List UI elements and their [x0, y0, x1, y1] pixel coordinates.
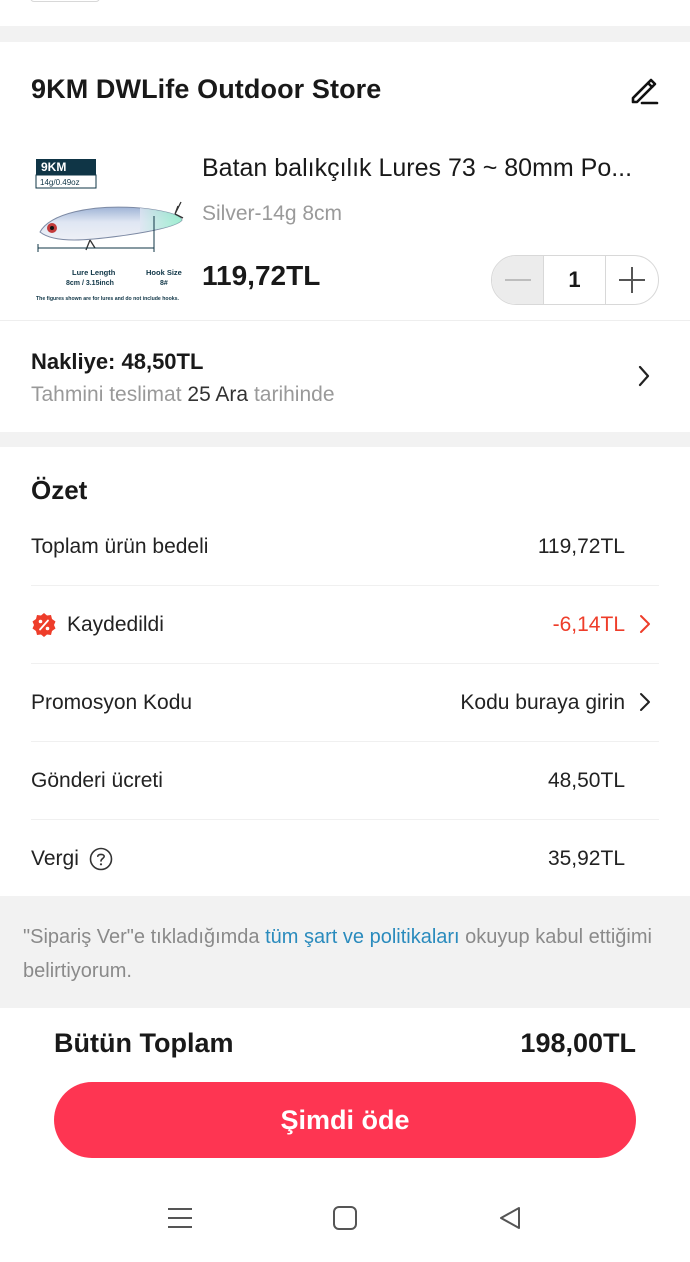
system-navigation-bar — [0, 1188, 690, 1252]
lure-length-label: Lure Length — [72, 268, 116, 277]
percent-badge-icon — [32, 612, 56, 637]
hook-size-label: Hook Size — [146, 268, 182, 277]
terms-notice: "Sipariş Ver"e tıkladığımda tüm şart ve … — [0, 896, 690, 1008]
chevron-right-icon — [640, 693, 650, 711]
delivery-estimate-suffix: tarihinde — [248, 383, 335, 406]
shipping-fee-label: Gönderi ücreti — [31, 768, 163, 792]
summary-title: Özet — [31, 475, 88, 505]
product-variant: Silver-14g 8cm — [202, 202, 343, 225]
grand-total-label: Bütün Toplam — [54, 1028, 234, 1058]
lure-length-value: 8cm / 3.15inch — [66, 280, 114, 287]
lure-weight-text: 14g/0.49oz — [40, 178, 80, 187]
minus-icon — [504, 279, 531, 281]
shipping-cost: Nakliye: 48,50TL — [31, 349, 204, 374]
decrease-quantity-button[interactable] — [492, 256, 544, 304]
tax-label-group: Vergi — [31, 847, 113, 871]
nav-menu-button[interactable] — [150, 1188, 210, 1248]
menu-icon — [168, 1208, 192, 1228]
summary-row-items-total: Toplam ürün bedeli 119,72TL — [31, 508, 659, 586]
nav-home-button[interactable] — [315, 1188, 375, 1248]
delivery-date: 25 Ara — [187, 383, 249, 406]
pay-now-button[interactable]: Şimdi öde — [54, 1082, 636, 1158]
previous-card-remnant — [0, 0, 690, 26]
promo-code-label: Promosyon Kodu — [31, 690, 193, 714]
items-total-label: Toplam ürün bedeli — [31, 534, 209, 558]
back-triangle-icon — [500, 1207, 520, 1229]
order-summary-card: Özet Toplam ürün bedeli 119,72TL Kaydedi… — [0, 447, 690, 896]
terms-prefix: "Sipariş Ver"e tıkladığımda — [23, 926, 266, 948]
lure-footnote: The figures shown are for lures and do n… — [36, 296, 180, 302]
saved-label: Kaydedildi — [67, 612, 164, 636]
increase-quantity-button[interactable] — [606, 256, 658, 304]
saved-value: -6,14TL — [552, 612, 625, 636]
tax-value: 35,92TL — [547, 847, 625, 870]
question-circle-icon[interactable] — [89, 847, 113, 871]
product-image[interactable]: 9KM 14g/0.49oz Lure Length 8cm / 3.15inc… — [30, 154, 188, 306]
plus-icon — [619, 267, 645, 293]
terms-policies-link[interactable]: tüm şart ve politikaları — [265, 926, 460, 948]
grand-total-value: 198,00TL — [520, 1028, 636, 1058]
previous-card-pill — [30, 0, 100, 2]
summary-row-shipping-fee: Gönderi ücreti 48,50TL — [31, 742, 659, 820]
chevron-right-icon — [638, 365, 650, 387]
lure-brand-text: 9KM — [41, 160, 66, 174]
summary-row-tax: Vergi 35,92TL — [31, 820, 659, 898]
product-price: 119,72TL — [202, 260, 321, 291]
checkout-page: 9KM DWLife Outdoor Store 9KM 14g/0.49oz — [0, 0, 690, 1262]
shipping-fee-value: 48,50TL — [547, 768, 625, 792]
lure-illustration: 9KM 14g/0.49oz Lure Length 8cm / 3.15inc… — [35, 159, 184, 302]
edit-pencil-icon[interactable] — [628, 74, 660, 106]
chevron-right-icon — [640, 615, 650, 633]
checkout-bottom-bar: Bütün Toplam 198,00TL Şimdi öde — [0, 1008, 690, 1262]
summary-row-promo-code[interactable]: Promosyon Kodu Kodu buraya girin — [31, 664, 659, 742]
tax-label: Vergi — [31, 847, 79, 870]
quantity-stepper: 1 — [491, 255, 659, 305]
store-name: 9KM DWLife Outdoor Store — [31, 74, 382, 104]
items-total-value: 119,72TL — [537, 534, 625, 558]
saved-label-group: Kaydedildi — [31, 612, 164, 638]
promo-code-input-prompt[interactable]: Kodu buraya girin — [460, 691, 625, 715]
shipping-option-row[interactable]: Nakliye: 48,50TL Tahmini teslimat 25 Ara… — [0, 321, 690, 431]
nav-back-button[interactable] — [480, 1188, 540, 1248]
quantity-value[interactable]: 1 — [544, 256, 606, 304]
delivery-estimate-prefix: Tahmini teslimat — [31, 383, 188, 406]
home-square-icon — [333, 1206, 357, 1230]
store-card: 9KM DWLife Outdoor Store 9KM 14g/0.49oz — [0, 42, 690, 432]
summary-row-saved[interactable]: Kaydedildi -6,14TL — [31, 586, 659, 664]
delivery-estimate: Tahmini teslimat 25 Ara tarihinde — [31, 383, 335, 407]
product-title[interactable]: Batan balıkçılık Lures 73 ~ 80mm Po... — [202, 154, 662, 183]
hook-size-value: 8# — [160, 280, 168, 287]
